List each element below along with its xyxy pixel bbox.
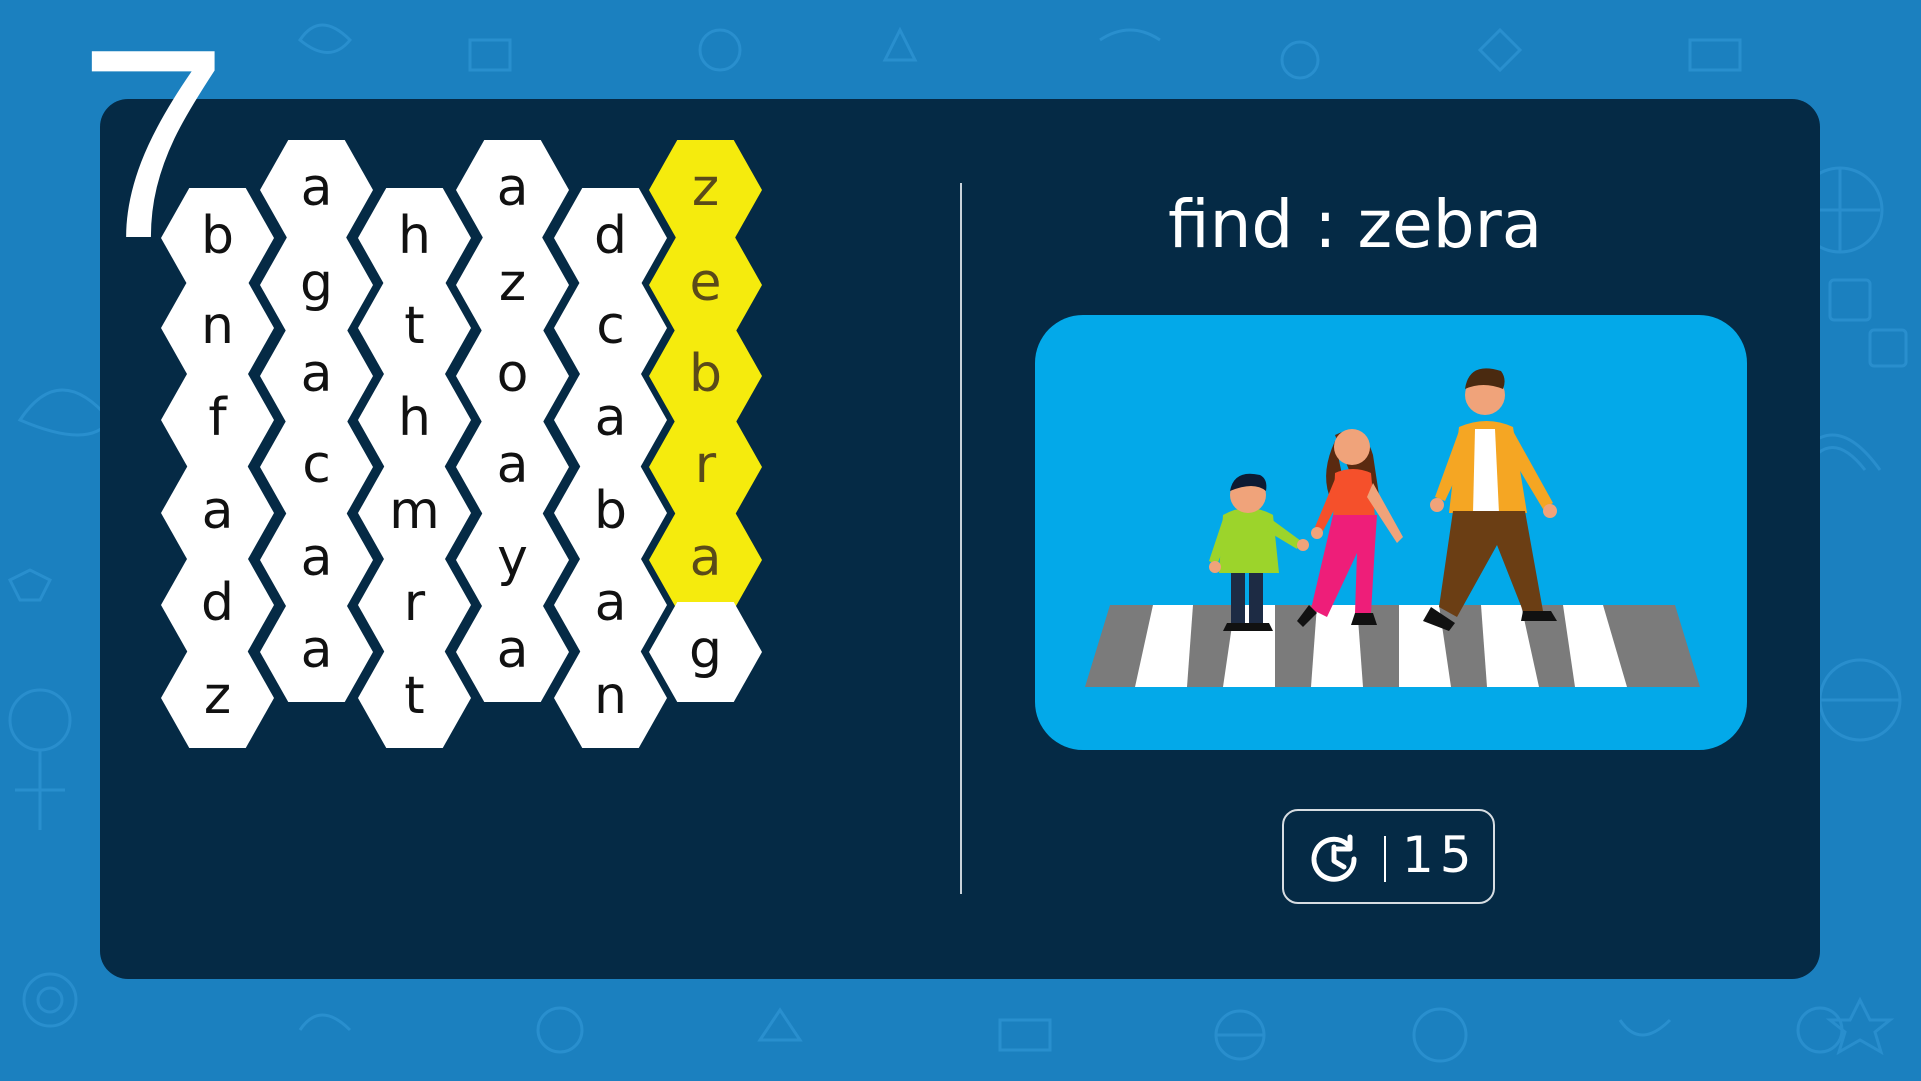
letter-tile-label: o: [496, 344, 529, 404]
letter-tile-label: r: [403, 573, 426, 633]
letter-tile-label: c: [596, 296, 625, 356]
letter-tile-label: d: [593, 206, 627, 266]
timer: 15: [1282, 809, 1495, 904]
letter-tile-label: a: [689, 528, 722, 588]
letter-tile-label: n: [201, 296, 234, 356]
timer-separator: [1384, 836, 1386, 882]
letter-tile-label: h: [398, 388, 431, 448]
letter-tile-label: a: [300, 620, 333, 680]
hint-illustration-card: [1035, 315, 1747, 750]
letter-tile-label: g: [299, 253, 333, 313]
letter-tile-label: n: [594, 666, 627, 726]
letter-tile-label: a: [201, 481, 234, 541]
timer-value: 15: [1402, 826, 1478, 884]
letter-tile-label: z: [691, 158, 720, 218]
letter-tile-label: a: [496, 620, 529, 680]
family-crossing-zebra-crosswalk-illustration: [1085, 368, 1700, 687]
letter-tile-label: z: [498, 253, 527, 313]
letter-tile-label: h: [398, 206, 431, 266]
letter-tile-label: a: [496, 435, 529, 495]
panel-divider: [960, 183, 962, 894]
letter-tile-label: a: [496, 158, 529, 218]
clock-refresh-icon: [1311, 834, 1357, 882]
letter-tile-label: e: [689, 253, 722, 313]
letter-tile-label: t: [404, 296, 425, 356]
letter-tile-label: m: [389, 481, 440, 541]
letter-tile-label: a: [594, 388, 627, 448]
letter-tile-label: b: [688, 344, 722, 404]
letter-tile-label: f: [208, 388, 227, 448]
letter-tile-label: a: [300, 344, 333, 404]
letter-tile-label: b: [593, 481, 627, 541]
letter-tile-label: z: [203, 666, 232, 726]
letter-tile-label: c: [302, 435, 331, 495]
letter-tile-label: r: [694, 435, 717, 495]
find-word-prompt: find : zebra: [1168, 186, 1543, 263]
letter-tile-label: a: [300, 158, 333, 218]
letter-tile-label: y: [497, 528, 528, 588]
letter-tile-label: t: [404, 666, 425, 726]
letter-tile-label: g: [688, 620, 722, 680]
letter-tile-label: d: [200, 573, 234, 633]
letter-tile-label: a: [594, 573, 627, 633]
level-number: 7: [78, 0, 229, 295]
letter-tile-label: a: [300, 528, 333, 588]
